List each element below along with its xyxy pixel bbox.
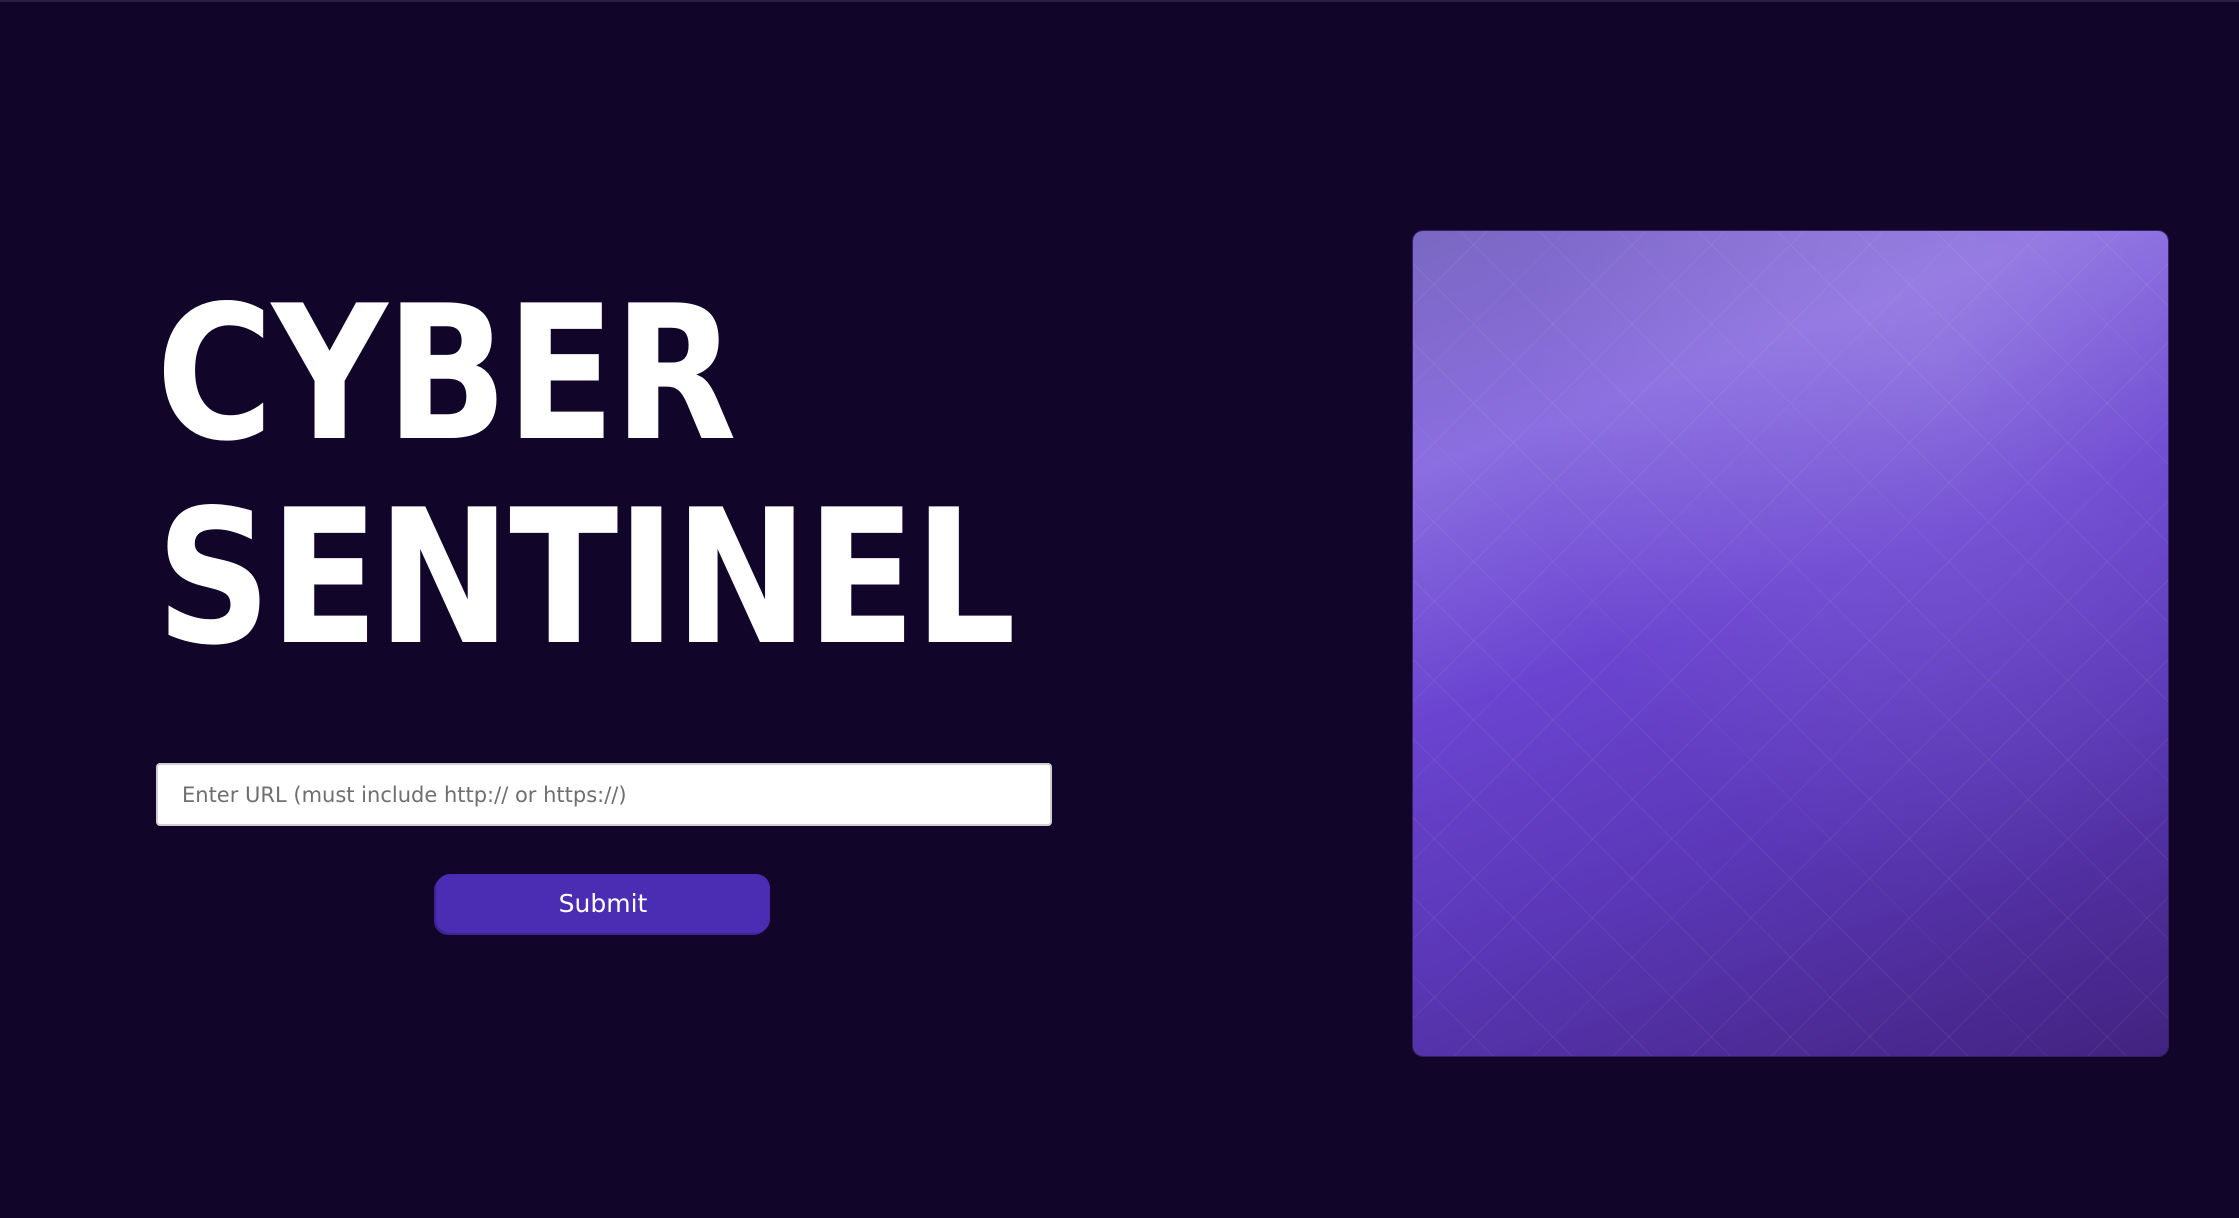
panel-highlight	[1413, 231, 2168, 1056]
top-divider	[0, 0, 2239, 2]
title-line-1: CYBER	[156, 265, 737, 482]
title-line-2: SENTINEL	[156, 469, 1016, 686]
hero-panel	[1413, 231, 2168, 1056]
submit-button[interactable]: Submit	[436, 874, 770, 933]
url-input[interactable]	[156, 763, 1052, 826]
page-title: CYBER SENTINEL	[156, 265, 1016, 686]
